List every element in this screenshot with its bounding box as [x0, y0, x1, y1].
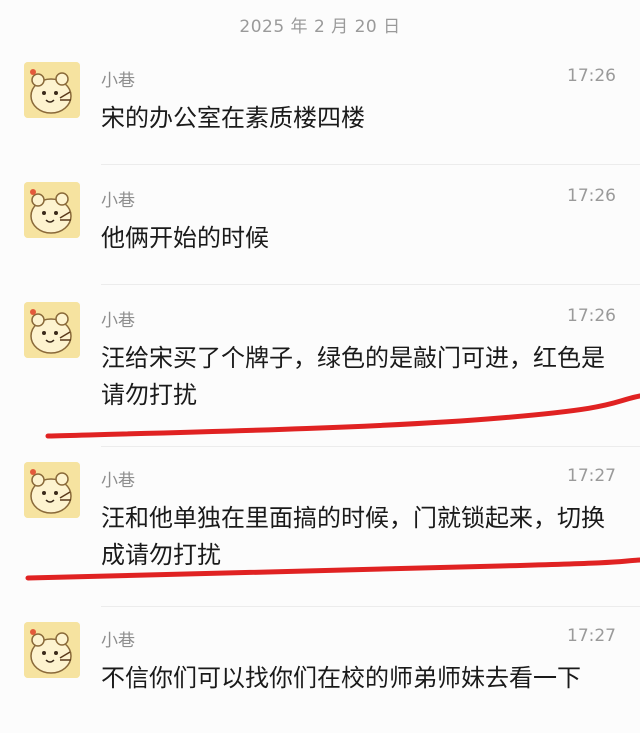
message-divider: [101, 606, 640, 607]
chat-message[interactable]: 小巷 17:27 不信你们可以找你们在校的师弟师妹去看一下: [0, 622, 640, 733]
message-time: 17:27: [567, 466, 616, 486]
message-time: 17:26: [567, 66, 616, 86]
sender-name: 小巷: [101, 631, 135, 651]
cartoon-bear-avatar-icon[interactable]: [24, 462, 80, 518]
message-text: 宋的办公室在素质楼四楼: [101, 104, 365, 132]
chat-message[interactable]: 小巷 17:26 他俩开始的时候: [0, 182, 640, 292]
message-time: 17:26: [567, 186, 616, 206]
sender-name: 小巷: [101, 191, 135, 211]
message-text: 汪给宋买了个牌子，绿色的是敲门可进，红色是请勿打扰: [101, 344, 605, 409]
chat-screen: 2025 年 2 月 20 日 小巷 17:26 宋的办公室在素质楼四楼 小巷 …: [0, 0, 640, 733]
message-text: 汪和他单独在里面搞的时候，门就锁起来，切换成请勿打扰: [101, 504, 605, 569]
message-text: 不信你们可以找你们在校的师弟师妹去看一下: [101, 664, 581, 692]
sender-name: 小巷: [101, 471, 135, 491]
cartoon-bear-avatar-icon[interactable]: [24, 62, 80, 118]
message-divider: [101, 284, 640, 285]
sender-name: 小巷: [101, 311, 135, 331]
cartoon-bear-avatar-icon[interactable]: [24, 182, 80, 238]
message-time: 17:27: [567, 626, 616, 646]
cartoon-bear-avatar-icon[interactable]: [24, 622, 80, 678]
message-divider: [101, 164, 640, 165]
message-divider: [101, 446, 640, 447]
message-text: 他俩开始的时候: [101, 224, 269, 252]
sender-name: 小巷: [101, 71, 135, 91]
chat-message[interactable]: 小巷 17:26 宋的办公室在素质楼四楼: [0, 62, 640, 172]
cartoon-bear-avatar-icon[interactable]: [24, 302, 80, 358]
chat-message[interactable]: 小巷 17:26 汪给宋买了个牌子，绿色的是敲门可进，红色是请勿打扰: [0, 302, 640, 452]
chat-message[interactable]: 小巷 17:27 汪和他单独在里面搞的时候，门就锁起来，切换成请勿打扰: [0, 462, 640, 612]
date-divider: 2025 年 2 月 20 日: [239, 17, 401, 37]
message-time: 17:26: [567, 306, 616, 326]
